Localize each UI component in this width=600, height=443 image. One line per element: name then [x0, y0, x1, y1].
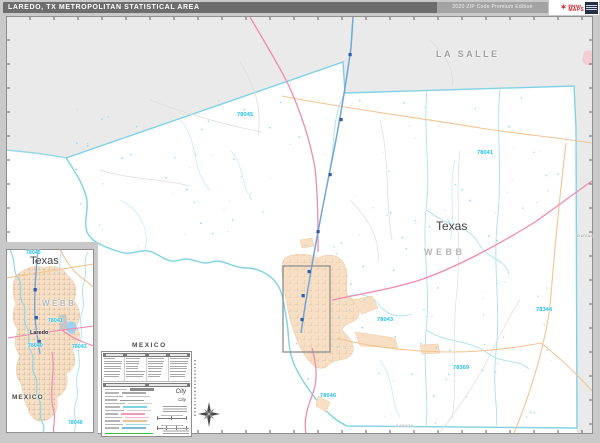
- zip-label-78046: 78046: [320, 393, 337, 399]
- edition-label: 2020 ZIP Code Premium Edition: [437, 2, 548, 13]
- legend-title-bar: [103, 383, 190, 387]
- logo-brand-bottom: MAPS: [568, 6, 584, 13]
- map-sheet: LAREDO, TX METROPOLITAN STATISTICAL AREA…: [0, 0, 600, 439]
- legend-panel: City City: [101, 351, 192, 437]
- legend-body: City City: [103, 388, 190, 432]
- legend-green-line: [105, 432, 153, 434]
- zip-label-78041: 78041: [477, 150, 494, 156]
- inset-state-texas: Texas: [30, 255, 59, 267]
- county-label-la-salle: LA SALLE: [436, 49, 500, 59]
- publisher-logo: ✶ Market MAPS: [549, 0, 599, 15]
- compass-rose-icon: [198, 402, 220, 427]
- zip-label-78043: 78043: [377, 317, 394, 323]
- logo-burst-icon: ✶: [559, 2, 568, 12]
- inset-zip-78046: 78046: [68, 420, 83, 426]
- legend-city-sample-small: City: [178, 397, 186, 402]
- inset-country-mexico: MEXICO: [12, 394, 44, 401]
- map-title: LAREDO, TX METROPOLITAN STATISTICAL AREA: [3, 2, 437, 13]
- zip-code-index-table: [103, 357, 190, 382]
- zip-label-78344: 78344: [536, 307, 553, 313]
- legend-microtext-1: [163, 406, 187, 413]
- zip-label-78369: 78369: [453, 365, 470, 371]
- zip-label-78045: 78045: [237, 112, 254, 118]
- inset-city-laredo: Laredo: [30, 330, 49, 336]
- county-label-zapata: ZAPATA: [396, 424, 415, 428]
- country-label-mexico: MEXICO: [132, 342, 167, 349]
- copyright-vertical-text: [194, 360, 196, 418]
- county-label-duval: DUVAL: [577, 233, 595, 238]
- inset-zip-78043: 78043: [72, 344, 87, 350]
- inset-county-webb: WEBB: [42, 299, 77, 308]
- inset-map-panel: 78045 Texas WEBB 78041 Laredo 78040 7804…: [2, 242, 98, 438]
- inset-zip-78041: 78041: [48, 318, 63, 324]
- county-label-webb: WEBB: [424, 247, 466, 257]
- legend-copyright-text: [163, 428, 189, 434]
- inset-map-canvas: [6, 249, 94, 433]
- inset-zip-78040: 78040: [28, 343, 43, 349]
- scale-bar-miles: [157, 415, 187, 420]
- logo-badge: [585, 1, 598, 14]
- state-label-texas: Texas: [436, 219, 468, 233]
- legend-city-sample-large: City: [175, 389, 186, 395]
- legend-row: [105, 427, 146, 430]
